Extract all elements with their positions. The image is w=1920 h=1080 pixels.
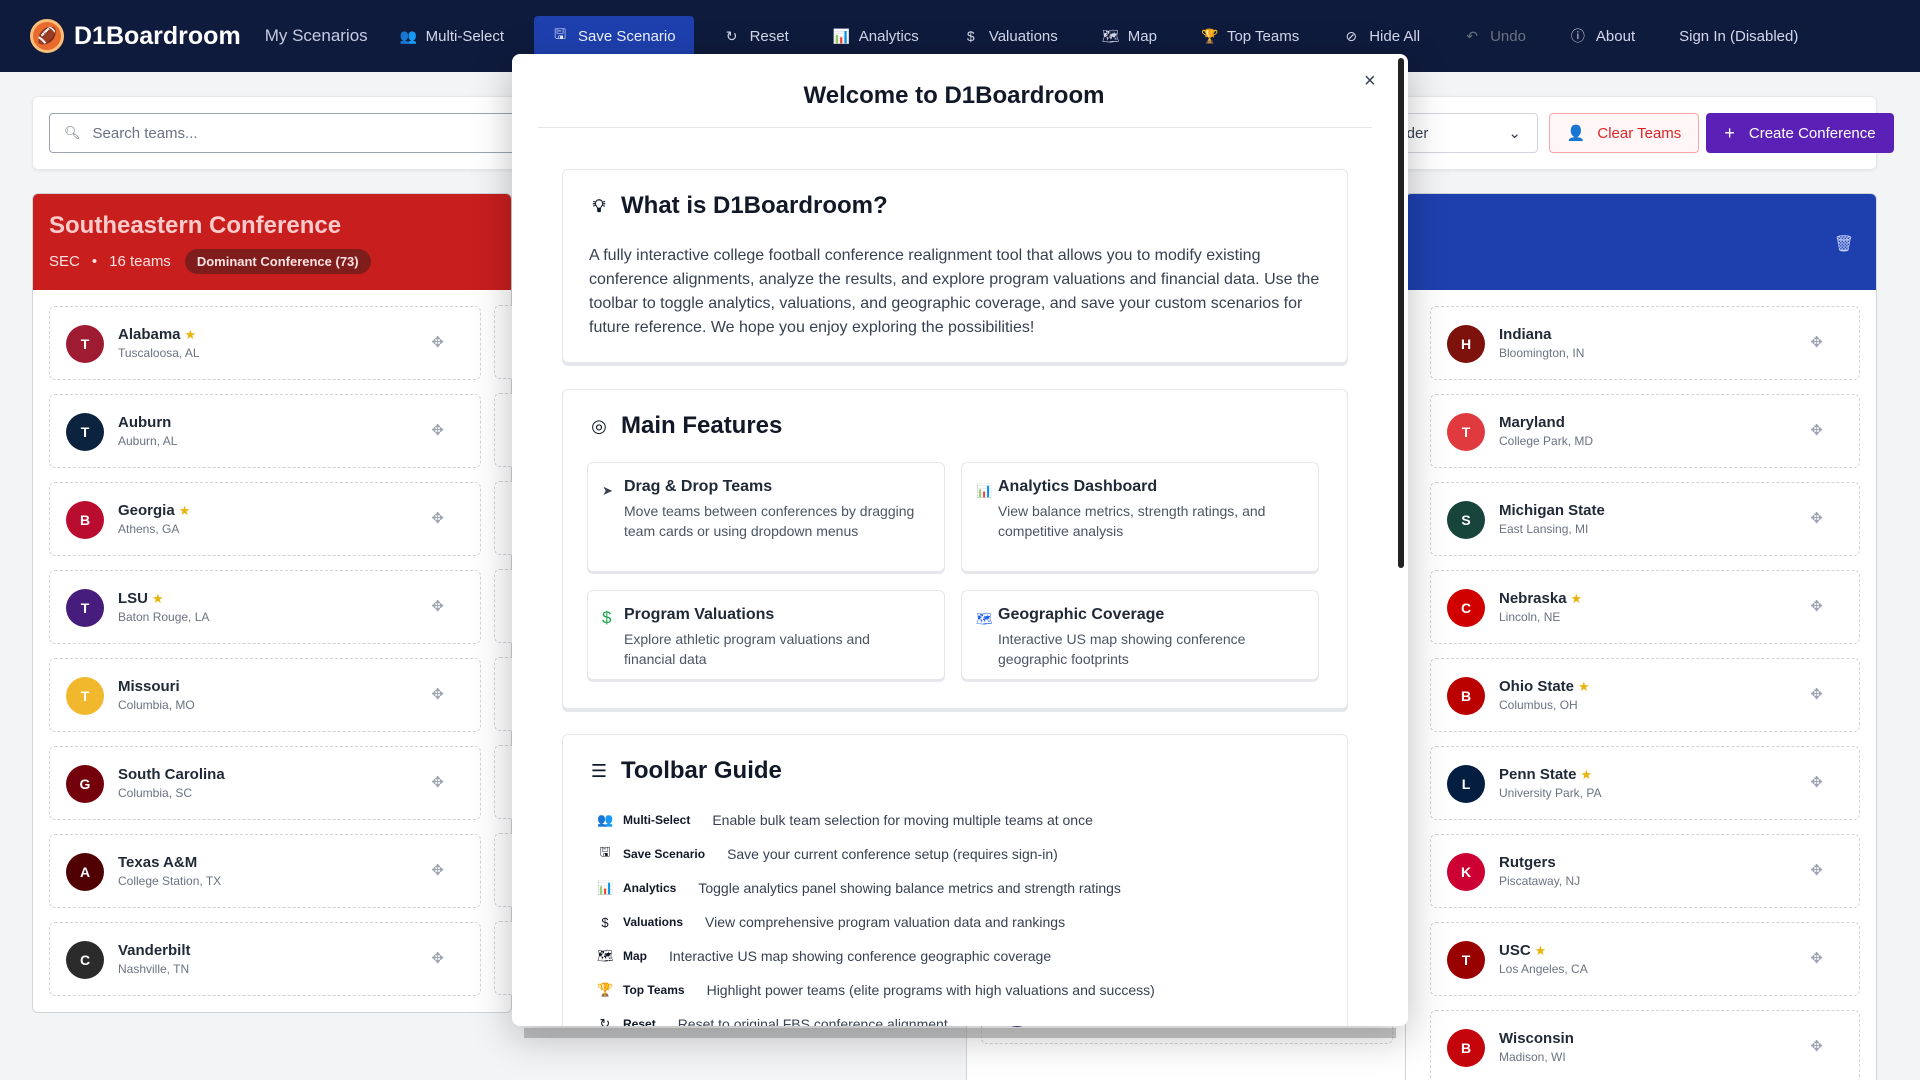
modal-divider bbox=[538, 127, 1372, 128]
target-icon: ◎ bbox=[591, 415, 607, 436]
undo-button[interactable]: ↶ Undo bbox=[1450, 16, 1540, 56]
map-icon: 🗺 bbox=[1101, 27, 1120, 44]
feature-description: Explore athletic program valuations and … bbox=[624, 631, 870, 667]
trophy-icon: 🏆 bbox=[597, 982, 614, 997]
dollar-icon: $ bbox=[601, 914, 609, 930]
nav-button-label: Top Teams bbox=[1226, 27, 1300, 45]
welcome-modal: Welcome to D1Boardroom × 💡︎ What is D1Bo… bbox=[512, 54, 1408, 1026]
undo-icon: ↶ bbox=[1466, 27, 1478, 44]
hide-all-button[interactable]: ⊘ Hide All bbox=[1329, 16, 1434, 56]
guide-name: Map bbox=[623, 949, 647, 963]
info-icon: ⓘ bbox=[1570, 28, 1585, 44]
save-icon: 🖫 bbox=[599, 844, 611, 859]
guide-row: 📊 Analytics Toggle analytics panel showing… bbox=[597, 877, 1121, 899]
lightbulb-icon: 💡︎ bbox=[592, 195, 606, 216]
nav-button-label: Multi-Select bbox=[425, 27, 505, 45]
refresh-icon: ↻ bbox=[725, 27, 738, 44]
bar-chart-icon: 📊 bbox=[832, 27, 851, 44]
horizontal-scrollbar[interactable] bbox=[524, 1028, 1396, 1038]
feature-title: Program Valuations bbox=[624, 606, 775, 623]
guide-description: View comprehensive program valuation dat… bbox=[705, 914, 1066, 930]
guide-row: ↻ Reset Reset to original FBS conference a… bbox=[597, 1013, 948, 1026]
nav-button-label: Analytics bbox=[858, 27, 919, 45]
guide-row: 👥 Multi-Select Enable bulk team selection … bbox=[597, 809, 1093, 831]
valuations-button[interactable]: $ Valuations bbox=[949, 16, 1072, 56]
nav-button-label: Valuations bbox=[988, 27, 1058, 45]
section-title: Main Features bbox=[621, 412, 783, 439]
brand-name: D1Boardroom bbox=[74, 21, 241, 50]
close-icon[interactable]: × bbox=[1364, 70, 1376, 93]
guide-description: Highlight power teams (elite programs wi… bbox=[706, 982, 1155, 998]
modal-title: Welcome to D1Boardroom bbox=[803, 82, 1105, 109]
guide-name: Multi-Select bbox=[623, 813, 691, 827]
feature-card: 📊 Analytics Dashboard View balance metrics… bbox=[961, 462, 1319, 572]
nav-button-label: Map bbox=[1127, 27, 1157, 45]
top-teams-button[interactable]: 🏆 Top Teams bbox=[1187, 16, 1313, 56]
multi-select-button[interactable]: 👥 Multi-Select bbox=[386, 16, 518, 56]
my-scenarios-link[interactable]: My Scenarios bbox=[265, 26, 368, 46]
feature-card: ➤ Drag & Drop Teams Move teams between con… bbox=[587, 462, 945, 572]
nav-button-label: Reset bbox=[749, 27, 789, 45]
users-icon: 👥 bbox=[597, 812, 614, 827]
feature-title: Drag & Drop Teams bbox=[624, 478, 773, 495]
map-button[interactable]: 🗺 Map bbox=[1088, 16, 1171, 56]
refresh-icon: ↻ bbox=[599, 1016, 611, 1026]
section-title: What is D1Boardroom? bbox=[621, 192, 888, 219]
feature-description: View balance metrics, strength ratings, … bbox=[998, 503, 1266, 539]
feature-description: Interactive US map showing conference ge… bbox=[998, 631, 1246, 667]
analytics-button[interactable]: 📊 Analytics bbox=[819, 16, 933, 56]
bar-chart-icon: 📊 bbox=[597, 880, 614, 895]
nav-button-label: About bbox=[1595, 27, 1636, 45]
guide-row: 🗺 Map Interactive US map showing conferenc… bbox=[597, 945, 1051, 967]
guide-description: Enable bulk team selection for moving mu… bbox=[712, 812, 1093, 828]
nav-button-label: Undo bbox=[1490, 27, 1526, 45]
feature-title: Geographic Coverage bbox=[998, 606, 1165, 623]
feature-description: Move teams between conferences by draggi… bbox=[624, 503, 915, 539]
nav-button-label: Hide All bbox=[1369, 27, 1421, 45]
eye-off-icon: ⊘ bbox=[1345, 27, 1358, 44]
save-icon: 🖫 bbox=[554, 26, 566, 42]
save-scenario-button[interactable]: 🖫 Save Scenario bbox=[534, 16, 694, 56]
football-icon: 🏈 bbox=[30, 19, 64, 53]
nav-button-label: Save Scenario bbox=[578, 27, 676, 45]
modal-scrollbar[interactable] bbox=[1398, 58, 1404, 568]
toolbar-guide-section: ☰ Toolbar Guide 👥 Multi-Select Enable bulk… bbox=[562, 734, 1348, 1026]
feature-title: Analytics Dashboard bbox=[998, 478, 1158, 495]
feature-card: 🗺 Geographic Coverage Interactive US map s… bbox=[961, 590, 1319, 680]
guide-row: 🖫 Save Scenario Save your current conferen… bbox=[597, 843, 1058, 865]
section-title: Toolbar Guide bbox=[621, 757, 782, 784]
guide-description: Save your current conference setup (requ… bbox=[727, 846, 1058, 862]
what-is-section: 💡︎ What is D1Boardroom? A fully interact… bbox=[562, 169, 1348, 363]
guide-description: Interactive US map showing conference ge… bbox=[669, 948, 1052, 964]
about-button[interactable]: ⓘ About bbox=[1556, 16, 1649, 56]
trophy-icon: 🏆 bbox=[1200, 27, 1219, 44]
guide-row: 🏆 Top Teams Highlight power teams (elite p… bbox=[597, 979, 1155, 1001]
reset-button[interactable]: ↻ Reset bbox=[710, 16, 803, 56]
section-heading: 💡︎ What is D1Boardroom? bbox=[589, 192, 888, 220]
feature-card: $ Program Valuations Explore athletic prog… bbox=[587, 590, 945, 680]
menu-icon: ☰ bbox=[590, 760, 608, 781]
guide-name: Valuations bbox=[623, 915, 684, 929]
section-heading: ☰ Toolbar Guide bbox=[589, 757, 782, 785]
guide-name: Reset bbox=[623, 1017, 656, 1026]
section-heading: ◎ Main Features bbox=[589, 412, 782, 440]
map-icon: 🗺 bbox=[976, 611, 993, 626]
guide-description: Reset to original FBS conference alignme… bbox=[677, 1016, 948, 1026]
guide-name: Top Teams bbox=[623, 983, 685, 997]
bar-chart-icon: 📊 bbox=[976, 483, 993, 498]
dollar-icon: $ bbox=[966, 28, 975, 44]
brand-logo[interactable]: 🏈 D1Boardroom bbox=[30, 19, 241, 53]
dollar-icon: $ bbox=[602, 608, 612, 627]
guide-row: $ Valuations View comprehensive program va… bbox=[597, 911, 1065, 933]
cursor-icon: ➤ bbox=[602, 483, 613, 498]
guide-name: Save Scenario bbox=[623, 847, 706, 861]
users-icon: 👥 bbox=[399, 27, 418, 44]
section-body: A fully interactive college football con… bbox=[589, 247, 1320, 336]
sign-in-button[interactable]: Sign In (Disabled) bbox=[1679, 28, 1798, 45]
guide-name: Analytics bbox=[623, 881, 677, 895]
guide-description: Toggle analytics panel showing balance m… bbox=[698, 880, 1121, 896]
map-icon: 🗺 bbox=[597, 948, 614, 963]
main-features-section: ◎ Main Features ➤ Drag & Drop Teams Move t… bbox=[562, 389, 1348, 709]
